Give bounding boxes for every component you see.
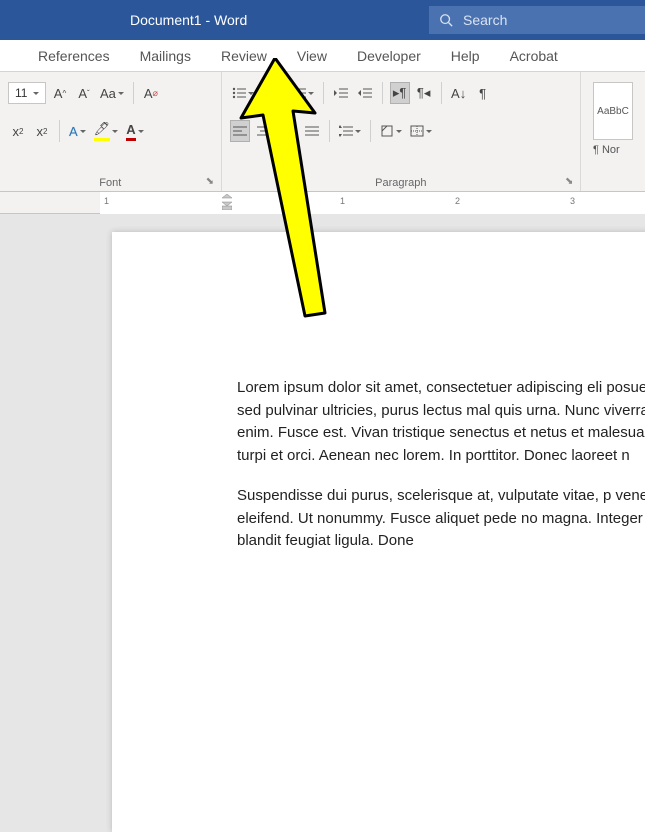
separator (329, 120, 330, 142)
ruler-mark: 3 (570, 196, 575, 206)
document-title: Document1 - Word (0, 12, 247, 28)
paragraph-dialog-launcher[interactable]: ⬊ (565, 176, 577, 188)
borders-button[interactable] (408, 120, 434, 142)
ribbon-tabs: References Mailings Review View Develope… (0, 40, 645, 72)
svg-text:3: 3 (262, 95, 265, 99)
paragraph-1[interactable]: Lorem ipsum dolor sit amet, consectetuer… (237, 377, 645, 467)
separator (441, 82, 442, 104)
decrease-indent-button[interactable] (331, 82, 351, 104)
sort-button[interactable]: A↓ (449, 82, 469, 104)
tab-help[interactable]: Help (451, 48, 480, 64)
rtl-button[interactable]: ¶◂ (414, 82, 434, 104)
align-left-button[interactable] (230, 120, 250, 142)
search-placeholder: Search (463, 12, 507, 28)
ruler-mark: 1 (340, 196, 345, 206)
ribbon: 11 A^ Aˇ Aa A⌀ x2 x2 A 🖊 A Font ⬊ 123 ▸ (0, 72, 645, 192)
tab-mailings[interactable]: Mailings (140, 48, 191, 64)
tab-view[interactable]: View (297, 48, 327, 64)
show-marks-button[interactable]: ¶ (473, 82, 493, 104)
numbering-button[interactable]: 123 (260, 82, 286, 104)
search-box[interactable]: Search (429, 6, 645, 34)
paragraph-group: 123 ▸¶ ¶◂ A↓ ¶ Paragraph ⬊ (222, 72, 581, 191)
tab-references[interactable]: References (38, 48, 110, 64)
separator (382, 82, 383, 104)
paragraph-group-label: Paragraph (222, 177, 580, 189)
indent-marker[interactable] (222, 194, 232, 210)
font-group: 11 A^ Aˇ Aa A⌀ x2 x2 A 🖊 A Font ⬊ (0, 72, 222, 191)
font-color-button[interactable]: A (124, 120, 145, 142)
justify-button[interactable] (302, 120, 322, 142)
search-icon (439, 13, 453, 27)
bullets-button[interactable] (230, 82, 256, 104)
ruler-mark: 1 (104, 196, 109, 206)
ruler-area: 1 1 2 3 (0, 192, 645, 214)
separator (370, 120, 371, 142)
text-effects-button[interactable]: A (67, 120, 88, 142)
ltr-button[interactable]: ▸¶ (390, 82, 410, 104)
document-page[interactable]: Lorem ipsum dolor sit amet, consectetuer… (112, 232, 645, 832)
superscript-button[interactable]: x2 (32, 120, 52, 142)
clear-formatting-button[interactable]: A⌀ (141, 82, 161, 104)
paragraph-2[interactable]: Suspendisse dui purus, scelerisque at, v… (237, 485, 645, 553)
multilevel-list-button[interactable] (290, 82, 316, 104)
tab-developer[interactable]: Developer (357, 48, 421, 64)
font-size-value: 11 (15, 86, 27, 100)
font-group-label: Font (0, 177, 221, 189)
font-size-combo[interactable]: 11 (8, 82, 46, 104)
grow-font-button[interactable]: A^ (50, 82, 70, 104)
shading-button[interactable] (378, 120, 404, 142)
horizontal-ruler[interactable]: 1 1 2 3 (100, 192, 645, 214)
ruler-mark: 2 (455, 196, 460, 206)
font-dialog-launcher[interactable]: ⬊ (206, 176, 218, 188)
line-spacing-button[interactable] (337, 120, 363, 142)
style-normal[interactable]: AaBbC (593, 82, 633, 140)
shrink-font-button[interactable]: Aˇ (74, 82, 94, 104)
highlight-button[interactable]: 🖊 (92, 120, 121, 142)
title-bar: Document1 - Word Search (0, 0, 645, 40)
change-case-button[interactable]: Aa (98, 82, 126, 104)
subscript-button[interactable]: x2 (8, 120, 28, 142)
separator (59, 120, 60, 142)
tab-review[interactable]: Review (221, 48, 267, 64)
align-right-button[interactable] (278, 120, 298, 142)
separator (323, 82, 324, 104)
increase-indent-button[interactable] (355, 82, 375, 104)
styles-group: AaBbC ¶ Nor (581, 72, 645, 191)
document-body[interactable]: Lorem ipsum dolor sit amet, consectetuer… (237, 377, 645, 571)
tab-acrobat[interactable]: Acrobat (510, 48, 558, 64)
align-center-button[interactable] (254, 120, 274, 142)
style-no-spacing[interactable]: ¶ Nor (593, 144, 637, 156)
separator (133, 82, 134, 104)
